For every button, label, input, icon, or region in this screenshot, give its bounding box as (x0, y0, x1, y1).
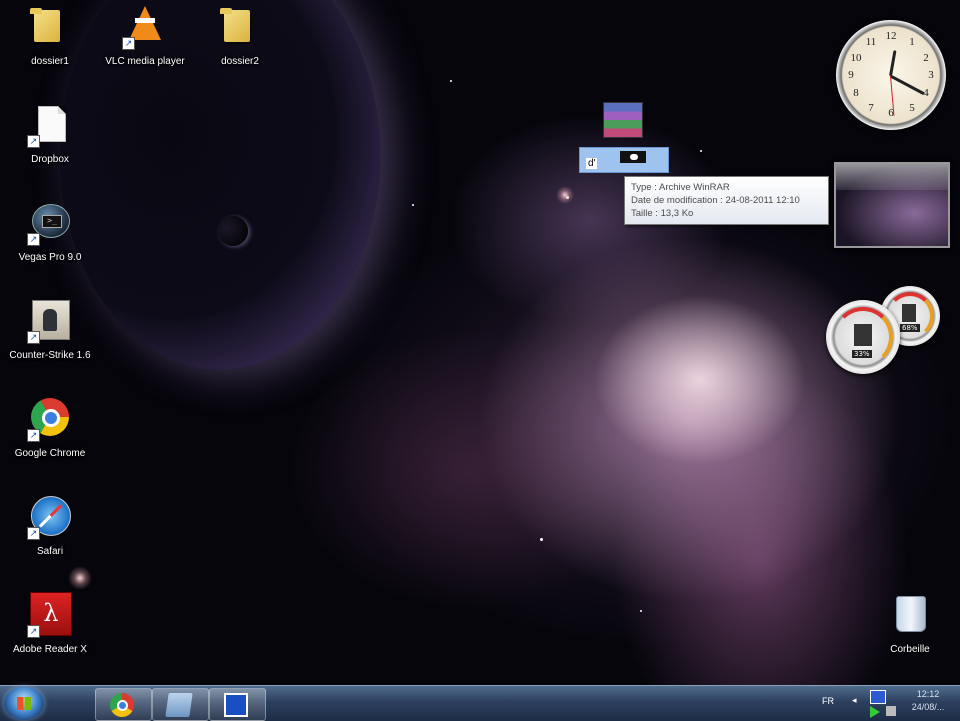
vlc-icon: ↗ (122, 4, 165, 50)
tray-app-icon[interactable] (870, 690, 886, 704)
safari-icon: ↗ (27, 494, 71, 540)
clock-number: 2 (923, 52, 929, 64)
desktop-icon-label: VLC media player (105, 56, 185, 67)
clock-number: 10 (850, 52, 862, 64)
clock-number: 9 (848, 69, 854, 81)
desktop-icon-safari[interactable]: ↗ Safari (0, 494, 100, 580)
star (540, 538, 543, 541)
desktop-wallpaper (0, 0, 960, 685)
desktop-icon-label: Adobe Reader X (13, 644, 87, 655)
tooltip-size: Taille : 13,3 Ko (631, 208, 694, 219)
clock-number: 3 (928, 69, 934, 81)
file-info-tooltip: Type : Archive WinRAR Date de modificati… (624, 176, 829, 225)
desktop-icon-label: Vegas Pro 9.0 (18, 252, 82, 263)
tray-play-icon[interactable] (870, 706, 880, 718)
recycle-bin-icon (890, 592, 930, 636)
desktop-icon-label: Corbeille (890, 644, 930, 655)
clock-gadget[interactable]: 12 1 2 3 4 5 6 7 8 9 10 11 (836, 20, 946, 130)
desktop-icon-label: Counter-Strike 1.6 (9, 350, 91, 361)
adobe-reader-icon: λ ↗ (27, 592, 72, 638)
tray-network-icon[interactable] (886, 706, 896, 716)
document-icon: ↗ (27, 102, 70, 148)
taskbar-chrome-button[interactable] (95, 688, 152, 721)
cpu-meter-big-value: 33% (852, 350, 872, 358)
chrome-icon (110, 693, 134, 717)
clock-number: 1 (909, 36, 915, 48)
winrar-archive-icon[interactable] (603, 102, 643, 138)
system-date: 24/08/... (911, 702, 945, 712)
taskbar-explorer-button[interactable] (152, 688, 209, 721)
desktop-icon-label: dossier1 (31, 56, 69, 67)
clock-hour-hand (889, 50, 897, 77)
tooltip-type: Type : Archive WinRAR (631, 182, 730, 193)
counter-strike-icon: ↗ (27, 298, 70, 344)
chrome-icon: ↗ (27, 396, 70, 442)
desktop-icon-dropbox[interactable]: ↗ Dropbox (0, 102, 100, 188)
rename-field[interactable]: d' (579, 147, 669, 173)
desktop-icon-vegas-pro[interactable]: >_ ↗ Vegas Pro 9.0 (0, 200, 100, 286)
clock-minute-hand (889, 74, 925, 96)
desktop-icon-dossier1[interactable]: dossier1 (0, 4, 100, 90)
star (700, 150, 702, 152)
clock-number: 8 (853, 87, 859, 99)
cpu-meter-small-value: 68% (900, 324, 920, 332)
start-button[interactable] (4, 687, 44, 720)
clock-number: 6 (888, 107, 894, 119)
folder-icon (220, 4, 260, 48)
clock-number: 11 (865, 36, 877, 48)
taskbar-screen-capture-button[interactable] (209, 688, 266, 721)
cpu-meter-gadget[interactable]: 33% (826, 300, 900, 374)
star (412, 204, 414, 206)
clock-number: 7 (868, 102, 874, 114)
clock-number: 5 (909, 102, 915, 114)
desktop-icon-adobe-reader[interactable]: λ ↗ Adobe Reader X (0, 592, 100, 678)
system-time: 12:12 (916, 689, 940, 699)
taskbar: FR ◂ 12:12 24/08/... (0, 685, 960, 721)
desktop-icon-counter-strike[interactable]: ↗ Counter-Strike 1.6 (0, 298, 100, 384)
star (450, 80, 452, 82)
clock-number: 12 (885, 30, 897, 42)
system-clock[interactable]: 12:12 24/08/... (900, 688, 956, 714)
folder-icon (30, 4, 70, 48)
language-indicator[interactable]: FR (822, 696, 834, 706)
desktop-icon-vlc[interactable]: ↗ VLC media player (95, 4, 195, 90)
vegas-pro-icon: >_ ↗ (27, 200, 70, 246)
desktop-icon-label: Dropbox (31, 154, 69, 165)
hand-cursor-icon (620, 151, 646, 163)
desktop-icon-label: Google Chrome (14, 448, 86, 459)
desktop-icon-recycle-bin[interactable]: Corbeille (860, 592, 960, 678)
rename-text: d' (586, 158, 598, 169)
desktop-icon-dossier2[interactable]: dossier2 (190, 4, 290, 90)
desktop-icon-label: dossier2 (221, 56, 259, 67)
tooltip-modified: Date de modification : 24-08-2011 12:10 (631, 195, 800, 206)
desktop-icon-label: Safari (36, 546, 64, 557)
desktop-icon-google-chrome[interactable]: ↗ Google Chrome (0, 396, 100, 482)
star (640, 610, 642, 612)
star-flare (556, 186, 574, 204)
tray-expand-icon[interactable]: ◂ (852, 695, 857, 706)
screen-capture-icon (224, 693, 248, 717)
moon-image (218, 216, 248, 246)
explorer-icon (165, 693, 193, 717)
slideshow-gadget[interactable] (834, 162, 950, 248)
